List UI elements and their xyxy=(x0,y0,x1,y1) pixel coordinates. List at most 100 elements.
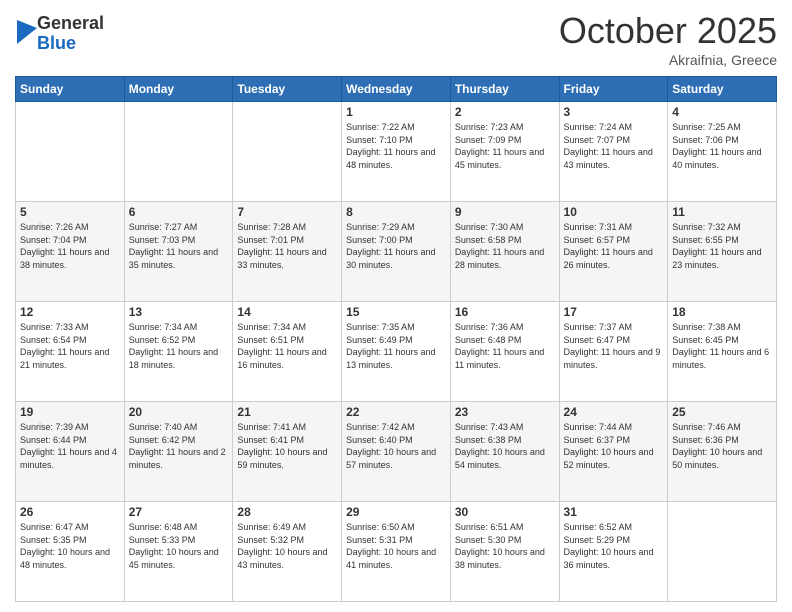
calendar-cell: 5 Sunrise: 7:26 AM Sunset: 7:04 PM Daylig… xyxy=(16,202,125,302)
cell-day-number: 27 xyxy=(129,505,229,519)
calendar-cell: 15 Sunrise: 7:35 AM Sunset: 6:49 PM Dayli… xyxy=(342,302,451,402)
calendar-cell: 26Sunrise: 6:47 AM Sunset: 5:35 PM Dayli… xyxy=(16,502,125,602)
cell-day-number: 22 xyxy=(346,405,446,419)
cell-info: Sunrise: 7:37 AM Sunset: 6:47 PM Dayligh… xyxy=(564,321,664,371)
cell-day-number: 9 xyxy=(455,205,555,219)
page: General Blue October 2025 Akraifnia, Gre… xyxy=(0,0,792,612)
logo-icon xyxy=(17,20,37,44)
calendar-cell: 13 Sunrise: 7:34 AM Sunset: 6:52 PM Dayli… xyxy=(124,302,233,402)
calendar-cell: 8 Sunrise: 7:29 AM Sunset: 7:00 PM Daylig… xyxy=(342,202,451,302)
calendar-cell: 25Sunrise: 7:46 AM Sunset: 6:36 PM Dayli… xyxy=(668,402,777,502)
calendar-cell: 3 Sunrise: 7:24 AM Sunset: 7:07 PM Daylig… xyxy=(559,102,668,202)
logo-general-text: General xyxy=(37,14,104,34)
cell-info: Sunrise: 7:30 AM Sunset: 6:58 PM Dayligh… xyxy=(455,221,555,271)
calendar-cell: 11 Sunrise: 7:32 AM Sunset: 6:55 PM Dayli… xyxy=(668,202,777,302)
calendar-cell: 16 Sunrise: 7:36 AM Sunset: 6:48 PM Dayli… xyxy=(450,302,559,402)
cell-info: Sunrise: 7:34 AM Sunset: 6:51 PM Dayligh… xyxy=(237,321,337,371)
calendar-cell: 7 Sunrise: 7:28 AM Sunset: 7:01 PM Daylig… xyxy=(233,202,342,302)
cell-day-number: 19 xyxy=(20,405,120,419)
calendar-cell: 12 Sunrise: 7:33 AM Sunset: 6:54 PM Dayli… xyxy=(16,302,125,402)
calendar-week-row: 12 Sunrise: 7:33 AM Sunset: 6:54 PM Dayli… xyxy=(16,302,777,402)
cell-info: Sunrise: 6:49 AM Sunset: 5:32 PM Dayligh… xyxy=(237,521,337,571)
calendar-cell: 21 Sunrise: 7:41 AM Sunset: 6:41 PM Dayli… xyxy=(233,402,342,502)
day-header-monday: Monday xyxy=(124,77,233,102)
calendar-table: SundayMondayTuesdayWednesdayThursdayFrid… xyxy=(15,76,777,602)
calendar-cell xyxy=(124,102,233,202)
day-header-thursday: Thursday xyxy=(450,77,559,102)
cell-info: Sunrise: 7:35 AM Sunset: 6:49 PM Dayligh… xyxy=(346,321,446,371)
calendar-cell: 10 Sunrise: 7:31 AM Sunset: 6:57 PM Dayli… xyxy=(559,202,668,302)
calendar-week-row: 19 Sunrise: 7:39 AM Sunset: 6:44 PM Dayli… xyxy=(16,402,777,502)
cell-info: Sunrise: 6:51 AM Sunset: 5:30 PM Dayligh… xyxy=(455,521,555,571)
calendar-cell: 14 Sunrise: 7:34 AM Sunset: 6:51 PM Dayli… xyxy=(233,302,342,402)
cell-info: Sunrise: 7:29 AM Sunset: 7:00 PM Dayligh… xyxy=(346,221,446,271)
calendar-cell: 22 Sunrise: 7:42 AM Sunset: 6:40 PM Dayli… xyxy=(342,402,451,502)
cell-info: Sunrise: 7:36 AM Sunset: 6:48 PM Dayligh… xyxy=(455,321,555,371)
cell-info: Sunrise: 7:22 AM Sunset: 7:10 PM Dayligh… xyxy=(346,121,446,171)
calendar-cell: 30Sunrise: 6:51 AM Sunset: 5:30 PM Dayli… xyxy=(450,502,559,602)
cell-day-number: 11 xyxy=(672,205,772,219)
cell-day-number: 31 xyxy=(564,505,664,519)
calendar-cell: 6 Sunrise: 7:27 AM Sunset: 7:03 PM Daylig… xyxy=(124,202,233,302)
cell-day-number: 25 xyxy=(672,405,772,419)
cell-day-number: 3 xyxy=(564,105,664,119)
cell-info: Sunrise: 7:24 AM Sunset: 7:07 PM Dayligh… xyxy=(564,121,664,171)
cell-day-number: 23 xyxy=(455,405,555,419)
cell-info: Sunrise: 6:52 AM Sunset: 5:29 PM Dayligh… xyxy=(564,521,664,571)
calendar-cell: 17Sunrise: 7:37 AM Sunset: 6:47 PM Dayli… xyxy=(559,302,668,402)
calendar-cell: 2 Sunrise: 7:23 AM Sunset: 7:09 PM Daylig… xyxy=(450,102,559,202)
calendar-week-row: 26Sunrise: 6:47 AM Sunset: 5:35 PM Dayli… xyxy=(16,502,777,602)
cell-day-number: 16 xyxy=(455,305,555,319)
cell-day-number: 4 xyxy=(672,105,772,119)
cell-day-number: 6 xyxy=(129,205,229,219)
cell-day-number: 12 xyxy=(20,305,120,319)
cell-info: Sunrise: 7:39 AM Sunset: 6:44 PM Dayligh… xyxy=(20,421,120,471)
calendar-week-row: 5 Sunrise: 7:26 AM Sunset: 7:04 PM Daylig… xyxy=(16,202,777,302)
cell-day-number: 13 xyxy=(129,305,229,319)
cell-info: Sunrise: 6:47 AM Sunset: 5:35 PM Dayligh… xyxy=(20,521,120,571)
cell-info: Sunrise: 6:48 AM Sunset: 5:33 PM Dayligh… xyxy=(129,521,229,571)
calendar-cell: 29 Sunrise: 6:50 AM Sunset: 5:31 PM Dayli… xyxy=(342,502,451,602)
location: Akraifnia, Greece xyxy=(559,52,777,68)
cell-info: Sunrise: 7:28 AM Sunset: 7:01 PM Dayligh… xyxy=(237,221,337,271)
cell-info: Sunrise: 7:41 AM Sunset: 6:41 PM Dayligh… xyxy=(237,421,337,471)
header: General Blue October 2025 Akraifnia, Gre… xyxy=(15,10,777,68)
day-header-saturday: Saturday xyxy=(668,77,777,102)
cell-info: Sunrise: 7:27 AM Sunset: 7:03 PM Dayligh… xyxy=(129,221,229,271)
cell-info: Sunrise: 7:34 AM Sunset: 6:52 PM Dayligh… xyxy=(129,321,229,371)
cell-day-number: 8 xyxy=(346,205,446,219)
cell-day-number: 7 xyxy=(237,205,337,219)
cell-day-number: 5 xyxy=(20,205,120,219)
cell-day-number: 15 xyxy=(346,305,446,319)
calendar-header-row: SundayMondayTuesdayWednesdayThursdayFrid… xyxy=(16,77,777,102)
cell-day-number: 14 xyxy=(237,305,337,319)
calendar-cell: 4Sunrise: 7:25 AM Sunset: 7:06 PM Daylig… xyxy=(668,102,777,202)
calendar-cell: 23 Sunrise: 7:43 AM Sunset: 6:38 PM Dayli… xyxy=(450,402,559,502)
day-header-tuesday: Tuesday xyxy=(233,77,342,102)
cell-day-number: 18 xyxy=(672,305,772,319)
cell-day-number: 29 xyxy=(346,505,446,519)
cell-day-number: 10 xyxy=(564,205,664,219)
logo-text: General Blue xyxy=(37,14,104,54)
logo: General Blue xyxy=(15,14,104,54)
cell-day-number: 2 xyxy=(455,105,555,119)
calendar-cell: 1 Sunrise: 7:22 AM Sunset: 7:10 PM Daylig… xyxy=(342,102,451,202)
cell-info: Sunrise: 7:32 AM Sunset: 6:55 PM Dayligh… xyxy=(672,221,772,271)
logo-blue-text: Blue xyxy=(37,34,104,54)
cell-info: Sunrise: 7:26 AM Sunset: 7:04 PM Dayligh… xyxy=(20,221,120,271)
calendar-cell: 9 Sunrise: 7:30 AM Sunset: 6:58 PM Daylig… xyxy=(450,202,559,302)
cell-day-number: 20 xyxy=(129,405,229,419)
calendar-cell: 28Sunrise: 6:49 AM Sunset: 5:32 PM Dayli… xyxy=(233,502,342,602)
cell-info: Sunrise: 7:42 AM Sunset: 6:40 PM Dayligh… xyxy=(346,421,446,471)
cell-info: Sunrise: 7:33 AM Sunset: 6:54 PM Dayligh… xyxy=(20,321,120,371)
cell-info: Sunrise: 7:23 AM Sunset: 7:09 PM Dayligh… xyxy=(455,121,555,171)
cell-info: Sunrise: 6:50 AM Sunset: 5:31 PM Dayligh… xyxy=(346,521,446,571)
cell-info: Sunrise: 7:43 AM Sunset: 6:38 PM Dayligh… xyxy=(455,421,555,471)
cell-day-number: 21 xyxy=(237,405,337,419)
cell-day-number: 1 xyxy=(346,105,446,119)
calendar-cell xyxy=(16,102,125,202)
calendar-cell: 31 Sunrise: 6:52 AM Sunset: 5:29 PM Dayli… xyxy=(559,502,668,602)
cell-info: Sunrise: 7:31 AM Sunset: 6:57 PM Dayligh… xyxy=(564,221,664,271)
calendar-cell: 24Sunrise: 7:44 AM Sunset: 6:37 PM Dayli… xyxy=(559,402,668,502)
calendar-cell xyxy=(233,102,342,202)
